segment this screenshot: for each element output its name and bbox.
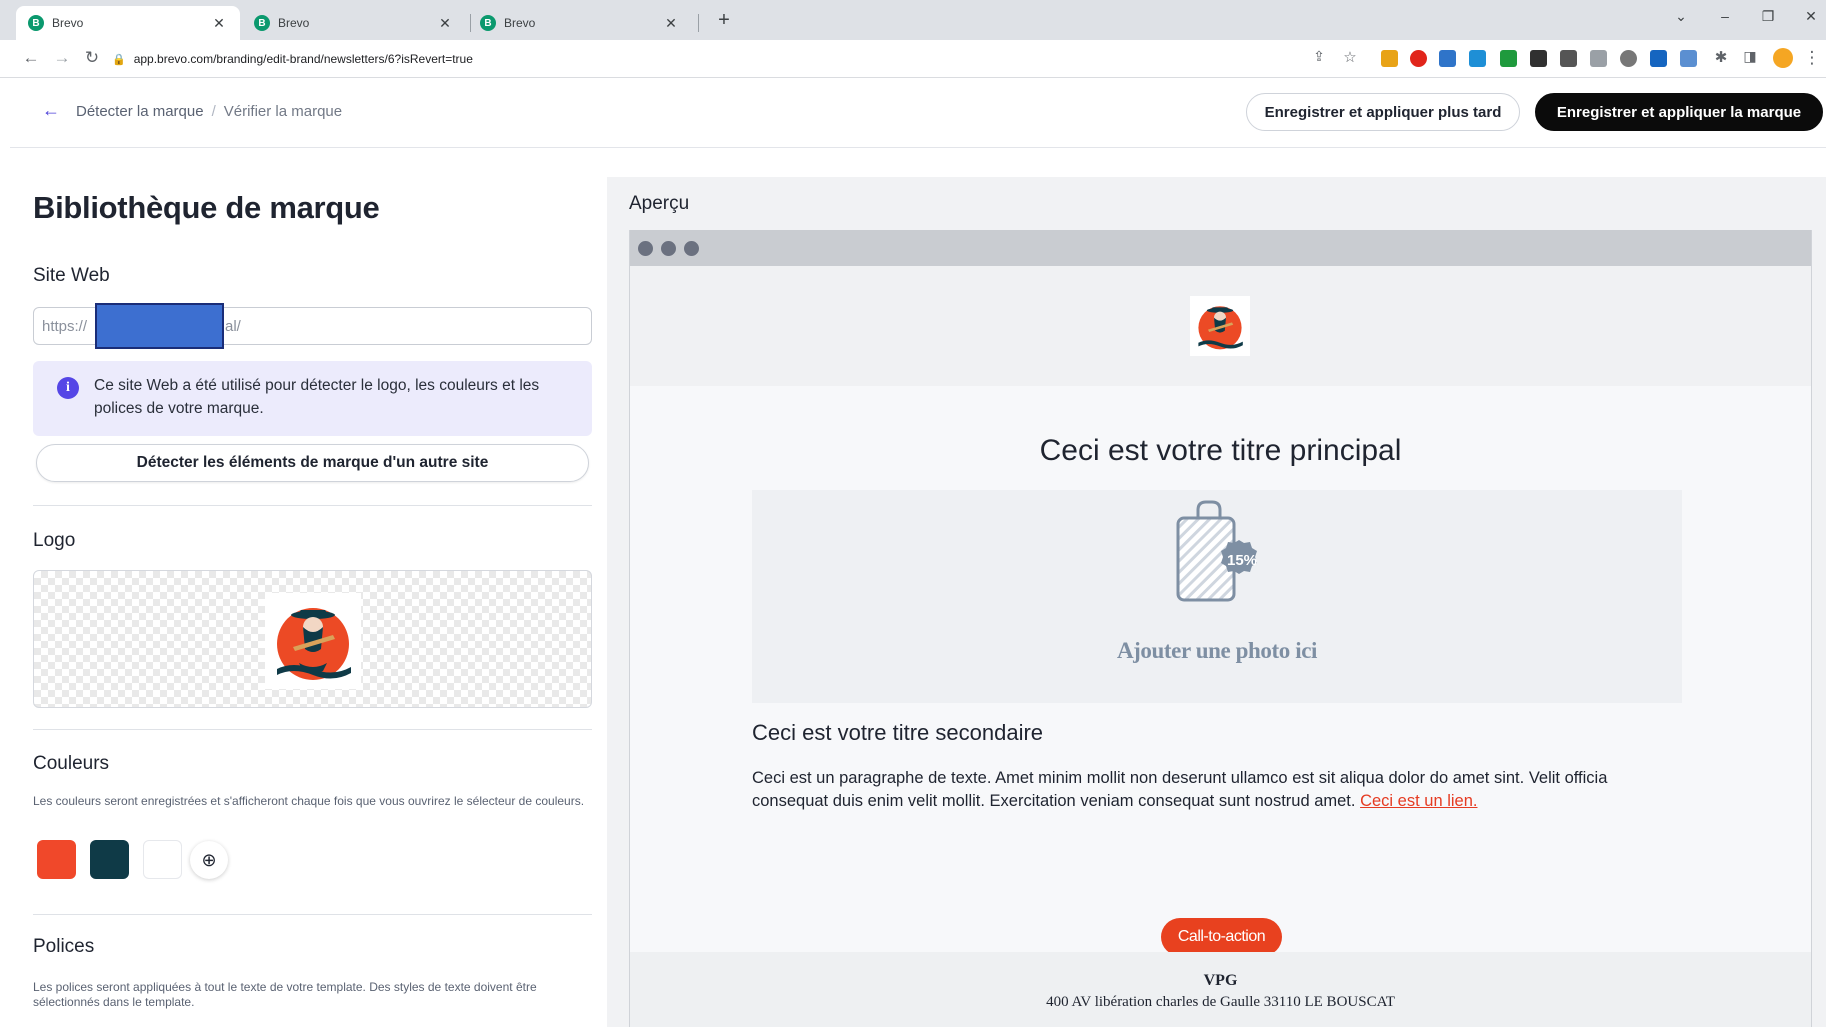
- close-tab-icon[interactable]: ✕: [662, 15, 680, 32]
- section-divider: [33, 505, 592, 506]
- back-arrow-icon[interactable]: ←: [42, 100, 60, 121]
- brand-editor-header: ← Détecter la marque / Vérifier la marque …: [10, 78, 1826, 148]
- color-swatch-orange[interactable]: [37, 840, 76, 879]
- discount-badge-text: 15%: [1226, 552, 1258, 569]
- new-tab-button[interactable]: +: [712, 9, 736, 32]
- email-main-title: Ceci est votre titre principal: [1039, 434, 1402, 467]
- preview-window-bar: [630, 230, 1811, 266]
- breadcrumb-verify: Vérifier la marque: [223, 103, 343, 120]
- minimize-icon[interactable]: –: [1710, 8, 1740, 24]
- fonts-help-text: Les polices seront appliquées à tout le …: [33, 980, 537, 1009]
- qr-code-icon[interactable]: [1530, 50, 1547, 67]
- tab-search-icon[interactable]: ⌄: [1666, 8, 1696, 25]
- tab-title: Brevo: [278, 16, 310, 30]
- browser-tab[interactable]: B Brevo ✕: [242, 6, 466, 40]
- color-swatch-white[interactable]: [143, 840, 182, 879]
- redaction-box: [95, 303, 224, 349]
- window-dot: [661, 241, 676, 256]
- extension-icon[interactable]: [1381, 50, 1398, 67]
- menu-kebab-icon[interactable]: ⋮: [1800, 48, 1824, 68]
- company-address: 400 AV libération charles de Gaulle 3311…: [1046, 994, 1395, 1010]
- browser-tab[interactable]: B Brevo ✕: [468, 6, 692, 40]
- extension-icon[interactable]: [1590, 50, 1607, 67]
- close-window-icon[interactable]: ✕: [1796, 8, 1826, 25]
- email-link[interactable]: Ceci est un lien.: [1360, 792, 1477, 810]
- url-text: app.brevo.com/branding/edit-brand/newsle…: [133, 52, 473, 66]
- breadcrumb-separator: /: [211, 103, 216, 120]
- green-download-icon[interactable]: [1500, 50, 1517, 67]
- extension-icon[interactable]: [1680, 50, 1697, 67]
- breadcrumb-detect[interactable]: Détecter la marque: [76, 103, 204, 120]
- brevo-favicon-icon: B: [480, 15, 496, 31]
- extension-icon[interactable]: [1650, 50, 1667, 67]
- address-bar[interactable]: 🔒 app.brevo.com/branding/edit-brand/news…: [112, 45, 1352, 73]
- info-icon: i: [57, 377, 79, 399]
- forward-icon[interactable]: →: [50, 48, 74, 68]
- tab-separator: [698, 14, 699, 32]
- browser-tab[interactable]: B Brevo ✕: [16, 6, 240, 40]
- shopping-bag-discount-icon: [1176, 500, 1257, 602]
- website-info-banner: i Ce site Web a été utilisé pour détecte…: [33, 361, 592, 436]
- logo-label: Logo: [33, 530, 76, 551]
- window-dot: [638, 241, 653, 256]
- email-secondary-title: Ceci est votre titre secondaire: [752, 720, 1044, 745]
- website-label: Site Web: [33, 265, 110, 286]
- profile-avatar[interactable]: [1773, 48, 1793, 68]
- color-swatch-dark-teal[interactable]: [90, 840, 129, 879]
- email-brand-logo: [1190, 296, 1250, 356]
- lock-icon: 🔒: [112, 53, 126, 66]
- restore-icon[interactable]: ❐: [1753, 8, 1783, 25]
- bookmark-star-icon[interactable]: ☆: [1338, 48, 1362, 66]
- tab-title: Brevo: [52, 16, 84, 30]
- browser-tab-strip: B Brevo ✕ B Brevo ✕ B Brevo ✕ + ⌄ – ❐ ✕: [0, 0, 1826, 40]
- call-to-action-button[interactable]: Call-to-action: [1161, 918, 1282, 956]
- email-body: Ceci est votre titre principal 15% Ajout…: [630, 386, 1811, 952]
- section-divider: [33, 729, 592, 730]
- save-apply-brand-button[interactable]: Enregistrer et appliquer la marque: [1535, 93, 1823, 131]
- opera-extension-icon[interactable]: [1410, 50, 1427, 67]
- website-value-suffix: al/: [225, 317, 241, 335]
- qr-code-icon[interactable]: [1560, 50, 1577, 67]
- browser-toolbar: ← → ↻ 🔒 app.brevo.com/branding/edit-bran…: [0, 40, 1826, 78]
- page-title: Bibliothèque de marque: [33, 190, 380, 225]
- close-tab-icon[interactable]: ✕: [436, 15, 454, 32]
- sync-extension-icon[interactable]: [1469, 50, 1486, 67]
- section-divider: [33, 914, 592, 915]
- back-icon[interactable]: ←: [19, 48, 43, 68]
- email-footer: VPG 400 AV libération charles de Gaulle …: [630, 952, 1811, 1027]
- close-tab-icon[interactable]: ✕: [210, 15, 228, 32]
- add-photo-caption: Ajouter une photo ici: [1116, 638, 1318, 663]
- reload-icon[interactable]: ↻: [80, 48, 104, 68]
- share-icon[interactable]: ⇪: [1307, 48, 1331, 65]
- email-paragraph: Ceci est un paragraphe de texte. Amet mi…: [752, 767, 1632, 813]
- breadcrumb: Détecter la marque / Vérifier la marque: [76, 103, 342, 120]
- company-name: VPG: [1203, 972, 1238, 989]
- colors-help-text: Les couleurs seront enregistrées et s'af…: [33, 794, 585, 808]
- globe-extension-icon[interactable]: [1620, 50, 1637, 67]
- fonts-label: Polices: [33, 936, 95, 957]
- email-paragraph-text: Ceci est un paragraphe de texte. Amet mi…: [752, 769, 1608, 810]
- puzzle-icon[interactable]: ✱: [1709, 48, 1733, 66]
- email-logo-section: [630, 266, 1811, 386]
- colors-label: Couleurs: [33, 753, 110, 774]
- window-dot: [684, 241, 699, 256]
- brevo-favicon-icon: B: [28, 15, 44, 31]
- brevo-favicon-icon: B: [254, 15, 270, 31]
- save-apply-later-button[interactable]: Enregistrer et appliquer plus tard: [1246, 93, 1520, 131]
- brand-library-panel: Bibliothèque de marque Site Web https://…: [0, 148, 600, 1027]
- brand-logo: [265, 593, 361, 689]
- tab-title: Brevo: [504, 16, 536, 30]
- detect-other-site-button[interactable]: Détecter les éléments de marque d'un aut…: [36, 444, 589, 482]
- website-info-text: Ce site Web a été utilisé pour détecter …: [94, 377, 540, 417]
- add-color-button[interactable]: ⊕: [190, 841, 228, 879]
- add-circle-icon: ⊕: [201, 849, 217, 870]
- side-panel-icon[interactable]: ◨: [1738, 48, 1762, 65]
- email-preview-window: Ceci est votre titre principal 15% Ajout…: [629, 230, 1812, 1027]
- website-value-prefix: https://: [42, 317, 88, 335]
- photo-placeholder: 15% Ajouter une photo ici: [752, 490, 1682, 703]
- logo-dropzone[interactable]: [33, 570, 592, 708]
- preview-label: Aperçu: [629, 193, 690, 214]
- download-extension-icon[interactable]: [1439, 50, 1456, 67]
